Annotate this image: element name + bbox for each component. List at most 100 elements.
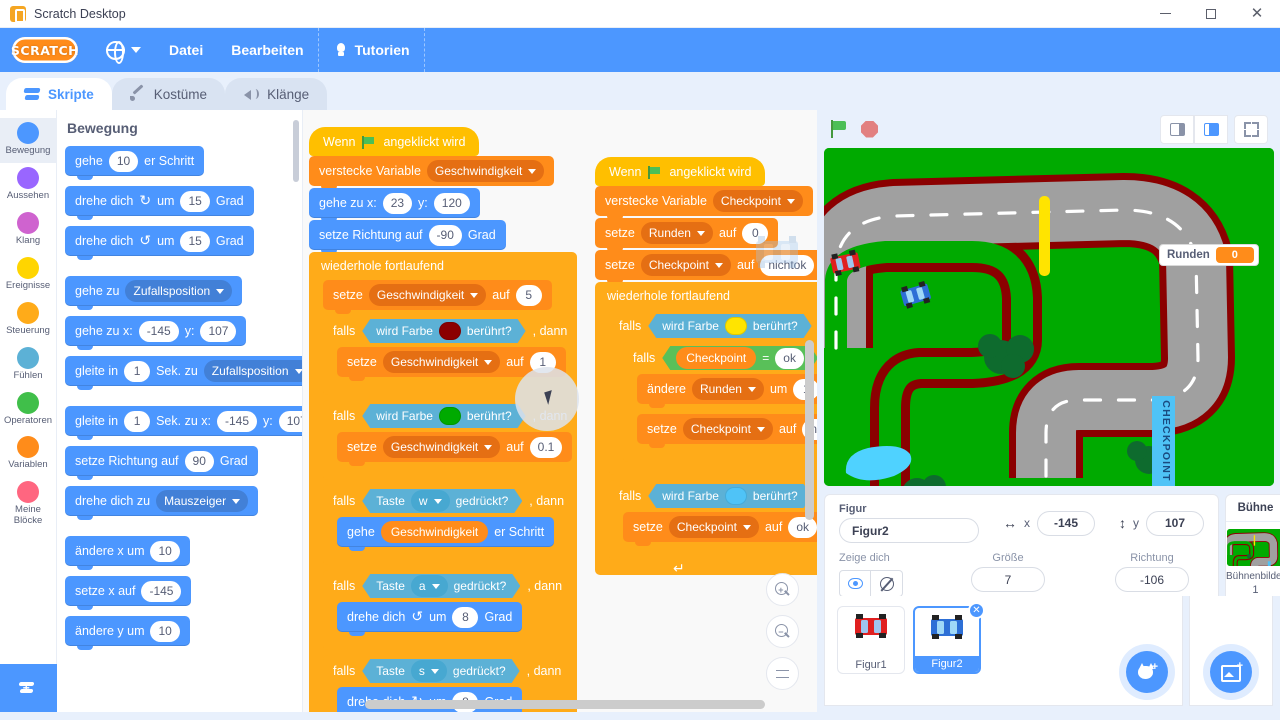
block-dropdown[interactable]: Checkpoint bbox=[712, 190, 803, 212]
block-if[interactable]: falls Taste a gedrückt? , dann drehe dich ↺ um 8… bbox=[323, 570, 578, 650]
stage[interactable]: CHECKPOINT Runden 0 bbox=[824, 148, 1274, 486]
hat-block-when-flag-clicked[interactable]: Wenn angeklickt wird bbox=[595, 157, 766, 186]
sprite-item-figur2[interactable]: ✕ Figur2 bbox=[913, 602, 985, 674]
sprite-item-figur1[interactable]: Figur1 bbox=[837, 606, 905, 674]
block-motion[interactable]: gleite in 1 Sek. zu Zufallsposition bbox=[65, 356, 302, 390]
block-dropdown[interactable]: Zufallsposition bbox=[125, 280, 233, 302]
large-stage-button[interactable] bbox=[1194, 114, 1228, 144]
block-dropdown[interactable]: s bbox=[411, 660, 447, 682]
category-item-ereignisse[interactable]: Ereignisse bbox=[0, 253, 57, 298]
minimize-button[interactable] bbox=[1142, 0, 1188, 28]
tab-skripte[interactable]: Skripte bbox=[6, 78, 112, 110]
block-variables[interactable]: setze Runden auf 0 bbox=[595, 218, 779, 252]
small-stage-button[interactable] bbox=[1160, 114, 1194, 144]
boolean-operators[interactable]: Checkpoint = ok bbox=[662, 346, 817, 370]
block-input[interactable]: 90 bbox=[184, 450, 214, 472]
scratch-logo[interactable]: SCRATCH bbox=[11, 37, 79, 63]
block-dropdown[interactable]: Checkpoint bbox=[640, 254, 731, 276]
color-swatch[interactable] bbox=[725, 317, 747, 335]
block-motion[interactable]: gehe zu Zufallsposition bbox=[65, 276, 243, 310]
block-if[interactable]: fallsCheckpoint=ok, dannändereRundenum1s… bbox=[623, 342, 817, 462]
block-variables[interactable]: setzeCheckpointaufnichtok bbox=[637, 414, 817, 448]
boolean-sensing[interactable]: wird Farbe berührt? bbox=[648, 484, 811, 508]
zoom-in-button[interactable]: + bbox=[766, 573, 799, 606]
sprite-name-input[interactable]: Figur2 bbox=[839, 518, 979, 543]
category-item-aussehen[interactable]: Aussehen bbox=[0, 163, 57, 208]
script-stack[interactable]: Wenn angeklickt wird verstecke Variable Ges… bbox=[309, 127, 578, 712]
color-swatch[interactable] bbox=[725, 487, 747, 505]
category-item-operatoren[interactable]: Operatoren bbox=[0, 388, 57, 433]
block-variables[interactable]: verstecke Variable Geschwindigkeit bbox=[309, 156, 555, 190]
block-input[interactable]: 107 bbox=[278, 410, 302, 432]
show-sprite-button[interactable] bbox=[839, 570, 871, 597]
stop-button[interactable] bbox=[861, 120, 878, 138]
zoom-out-button[interactable]: − bbox=[766, 615, 799, 648]
block-motion[interactable]: gehe 10 er Schritt bbox=[65, 146, 205, 180]
block-variables[interactable]: ändereRundenum1 bbox=[637, 374, 817, 408]
variable-reporter[interactable]: Checkpoint bbox=[676, 347, 756, 369]
block-dropdown[interactable]: Runden bbox=[640, 222, 713, 244]
block-if[interactable]: fallswird Farbeberührt?, dannfallsCheckp… bbox=[609, 310, 817, 475]
boolean-sensing[interactable]: Taste a gedrückt? bbox=[362, 574, 520, 598]
block-input[interactable]: -145 bbox=[141, 580, 182, 602]
category-item-bewegung[interactable]: Bewegung bbox=[0, 118, 57, 163]
block-input[interactable]: 23 bbox=[382, 192, 413, 214]
block-input[interactable]: 10 bbox=[150, 540, 180, 562]
close-button[interactable]: ✕ bbox=[1234, 0, 1280, 28]
block-input[interactable]: ok bbox=[775, 348, 804, 369]
block-input[interactable]: 10 bbox=[150, 620, 180, 642]
menu-item-datei[interactable]: Datei bbox=[155, 28, 217, 72]
category-item-variablen[interactable]: Variablen bbox=[0, 432, 57, 477]
block-input[interactable]: 15 bbox=[180, 190, 210, 212]
stage-thumbnail[interactable] bbox=[1227, 528, 1280, 566]
category-item-meine-blöcke[interactable]: Meine Blöcke bbox=[0, 477, 57, 533]
block-input[interactable]: -145 bbox=[138, 320, 179, 342]
block-motion[interactable]: setze Richtung auf 90 Grad bbox=[65, 446, 258, 480]
hide-sprite-button[interactable] bbox=[871, 570, 903, 597]
fullscreen-button[interactable] bbox=[1234, 114, 1268, 144]
block-input[interactable]: 5 bbox=[515, 284, 542, 306]
block-motion[interactable]: setze x auf -145 bbox=[65, 576, 192, 610]
color-swatch[interactable] bbox=[439, 322, 461, 340]
block-motion[interactable]: gehe zu x: 23 y: 120 bbox=[309, 188, 480, 222]
block-dropdown[interactable]: Zufallsposition bbox=[203, 360, 302, 382]
maximize-button[interactable] bbox=[1188, 0, 1234, 28]
block-dropdown[interactable]: Checkpoint bbox=[668, 516, 759, 538]
block-input[interactable]: 15 bbox=[180, 230, 210, 252]
category-item-klang[interactable]: Klang bbox=[0, 208, 57, 253]
block-input[interactable]: 107 bbox=[200, 320, 237, 342]
block-motion[interactable]: drehe dich ↺ um 8 Grad bbox=[337, 602, 523, 636]
sprite-x-input[interactable]: -145 bbox=[1037, 510, 1095, 536]
block-motion[interactable]: drehe dich ↻ um 15 Grad bbox=[65, 186, 254, 220]
block-input[interactable]: 1 bbox=[124, 360, 151, 382]
tab-kostueme[interactable]: Kostüme bbox=[111, 78, 226, 110]
block-dropdown[interactable]: Runden bbox=[691, 378, 764, 400]
block-input[interactable]: -145 bbox=[216, 410, 258, 432]
sprite-direction-input[interactable]: -106 bbox=[1115, 567, 1189, 592]
block-input[interactable]: 10 bbox=[108, 150, 139, 172]
block-input[interactable]: 0.1 bbox=[529, 436, 563, 458]
boolean-sensing[interactable]: wird Farbe berührt? bbox=[362, 404, 525, 428]
block-dropdown[interactable]: a bbox=[411, 575, 448, 597]
block-dropdown[interactable]: Geschwindigkeit bbox=[426, 160, 545, 182]
boolean-sensing[interactable]: wird Farbe berührt? bbox=[648, 314, 811, 338]
zoom-reset-button[interactable] bbox=[766, 657, 799, 690]
boolean-sensing[interactable]: Taste s gedrückt? bbox=[362, 659, 519, 683]
block-dropdown[interactable]: Geschwindigkeit bbox=[368, 284, 487, 306]
block-motion[interactable]: ändere x um 10 bbox=[65, 536, 190, 570]
block-input[interactable]: 1 bbox=[124, 410, 151, 432]
menu-item-tutorien[interactable]: Tutorien bbox=[319, 28, 424, 72]
block-motion[interactable]: gehe Geschwindigkeit er Schritt bbox=[337, 517, 555, 551]
category-item-steuerung[interactable]: Steuerung bbox=[0, 298, 57, 343]
block-dropdown[interactable]: Mauszeiger bbox=[156, 490, 249, 512]
variable-reporter[interactable]: Geschwindigkeit bbox=[380, 521, 489, 543]
add-sprite-button[interactable]: + bbox=[1126, 651, 1168, 693]
stage-selector-panel[interactable]: Bühne Bühnenbilder 1 bbox=[1225, 494, 1280, 596]
workspace-vertical-scrollbar[interactable] bbox=[805, 340, 814, 520]
green-flag-button[interactable] bbox=[829, 120, 849, 138]
palette-scrollbar[interactable] bbox=[293, 120, 299, 182]
hat-block-when-flag-clicked[interactable]: Wenn angeklickt wird bbox=[309, 127, 480, 156]
block-variables[interactable]: setze Checkpoint auf ok bbox=[623, 512, 817, 546]
variable-monitor-runden[interactable]: Runden 0 bbox=[1159, 244, 1259, 266]
block-input[interactable]: ok bbox=[788, 516, 817, 538]
